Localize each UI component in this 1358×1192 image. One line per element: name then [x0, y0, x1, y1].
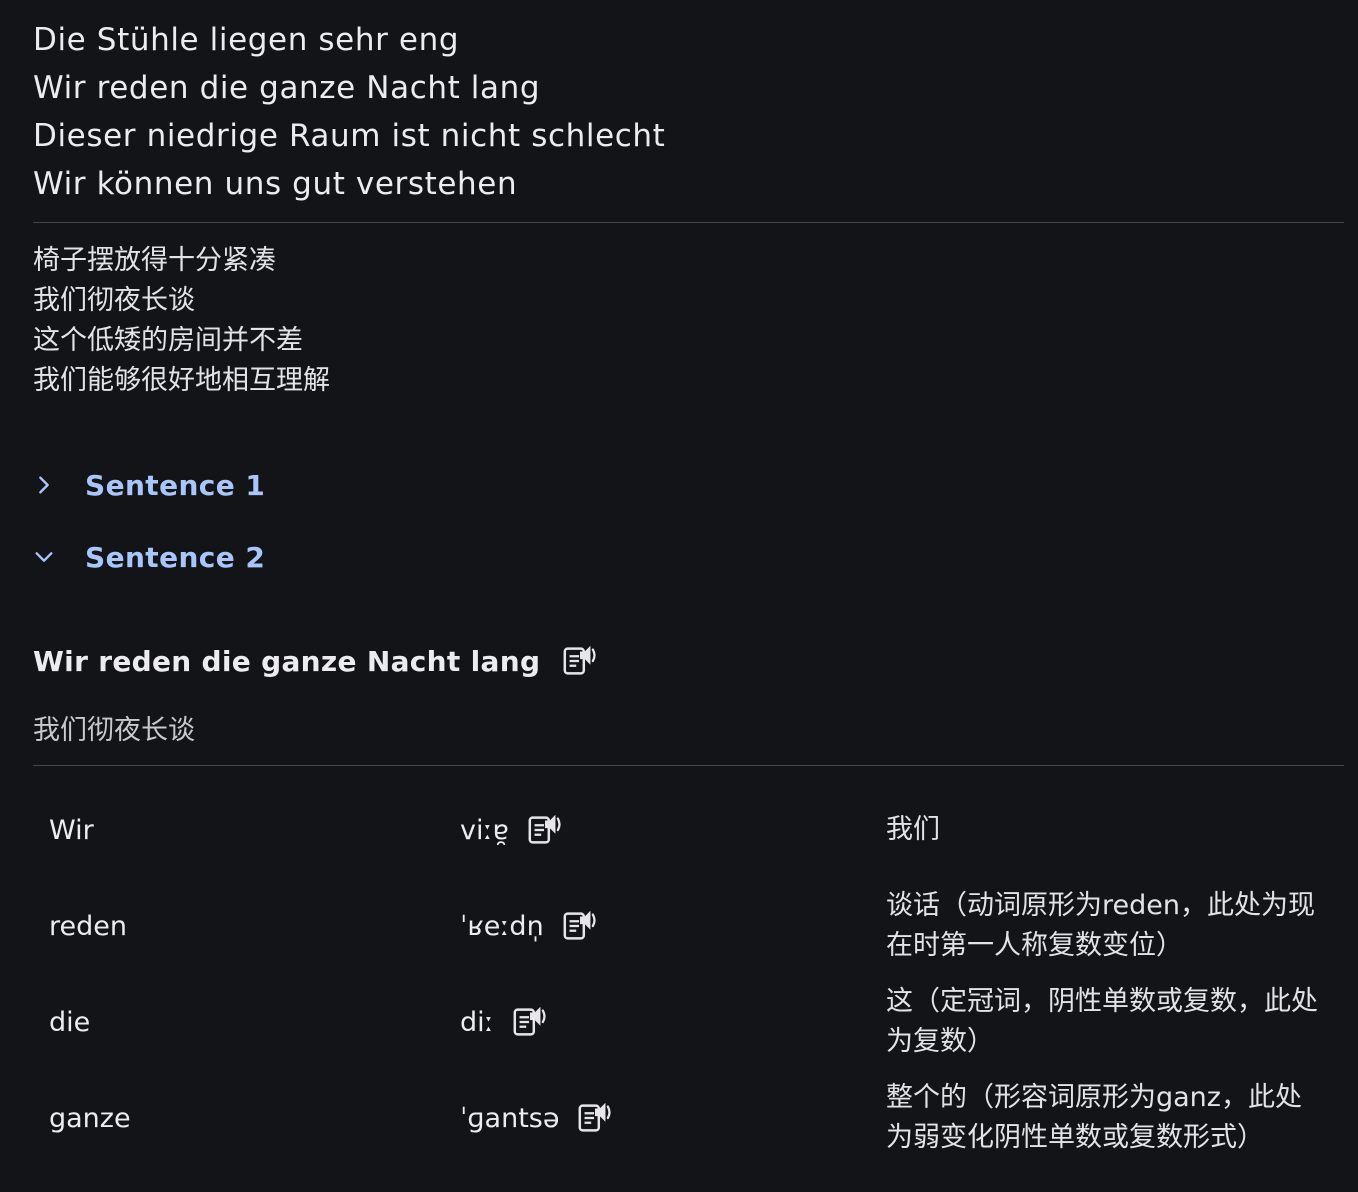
divider [33, 765, 1344, 766]
word-ipa-cell: ˈʁeːdn̩ [460, 906, 886, 946]
chinese-lyrics: 椅子摆放得十分紧凑 我们彻夜长谈 这个低矮的房间并不差 我们能够很好地相互理解 [33, 223, 1344, 401]
sentence-1-toggle[interactable]: Sentence 1 [33, 449, 1344, 521]
word-meaning: 这（定冠词，阴性单数或复数，此处为复数） [886, 986, 1318, 1057]
sentence-2-label: Sentence 2 [85, 540, 266, 574]
speak-word-button[interactable] [510, 1002, 550, 1042]
word-ipa: viːɐ̯ [460, 814, 509, 846]
word-table: Wir viːɐ̯ 我们 reden ˈʁeːdn̩ 谈话（动词原形为reden… [33, 782, 1344, 1166]
speaker-icon [579, 1102, 612, 1132]
word-text: Wir [49, 814, 94, 846]
chinese-line: 椅子摆放得十分紧凑 [33, 245, 276, 276]
word-text: die [49, 1006, 91, 1038]
word-ipa-cell: ˈɡantsə [460, 1098, 886, 1138]
chinese-line: 这个低矮的房间并不差 [33, 325, 303, 356]
word-meaning: 整个的（形容词原形为ganz，此处为弱变化阴性单数或复数形式） [886, 1082, 1302, 1153]
speaker-icon [563, 910, 596, 940]
word-ipa: diː [460, 1006, 494, 1038]
speaker-icon [563, 645, 596, 675]
word-text: ganze [49, 1102, 131, 1134]
sentence-text: Wir reden die ganze Nacht lang [33, 644, 541, 678]
word-ipa-cell: diː [460, 1002, 886, 1042]
lyrics-page: Die Stühle liegen sehr eng Wir reden die… [0, 0, 1358, 1192]
german-line: Wir reden die ganze Nacht lang [33, 70, 541, 106]
speak-word-button[interactable] [560, 906, 600, 946]
chevron-down-icon [33, 540, 67, 574]
speaker-icon [513, 1006, 546, 1036]
german-lyrics: Die Stühle liegen sehr eng Wir reden die… [33, 0, 1344, 208]
word-row: die diː 这（定冠词，阴性单数或复数，此处为复数） [33, 974, 1344, 1070]
word-row: Wir viːɐ̯ 我们 [33, 782, 1344, 878]
word-ipa: ˈʁeːdn̩ [460, 910, 544, 942]
speak-word-button[interactable] [525, 810, 565, 850]
sentence-2-toggle[interactable]: Sentence 2 [33, 521, 1344, 593]
chevron-right-icon [33, 468, 67, 502]
chinese-line: 我们彻夜长谈 [33, 285, 195, 316]
word-row: reden ˈʁeːdn̩ 谈话（动词原形为reden，此处为现在时第一人称复数… [33, 878, 1344, 974]
chinese-line: 我们能够很好地相互理解 [33, 365, 330, 396]
speak-word-button[interactable] [575, 1098, 615, 1138]
word-text: reden [49, 910, 127, 942]
german-line: Dieser niedrige Raum ist nicht schlecht [33, 118, 666, 154]
sentence-translation: 我们彻夜长谈 [33, 715, 195, 746]
german-line: Wir können uns gut verstehen [33, 166, 518, 202]
sentence-1-label: Sentence 1 [85, 468, 266, 502]
speak-sentence-button[interactable] [560, 641, 600, 681]
word-meaning: 我们 [886, 814, 940, 845]
speaker-icon [528, 814, 561, 844]
word-meaning: 谈话（动词原形为reden，此处为现在时第一人称复数变位） [886, 890, 1315, 961]
german-line: Die Stühle liegen sehr eng [33, 22, 460, 58]
word-ipa-cell: viːɐ̯ [460, 810, 886, 850]
word-row: ganze ˈɡantsə 整个的（形容词原形为ganz，此处为弱变化阴性单数或… [33, 1070, 1344, 1166]
word-ipa: ˈɡantsə [460, 1102, 560, 1134]
sentence-detail-header: Wir reden die ganze Nacht lang [33, 635, 1344, 687]
